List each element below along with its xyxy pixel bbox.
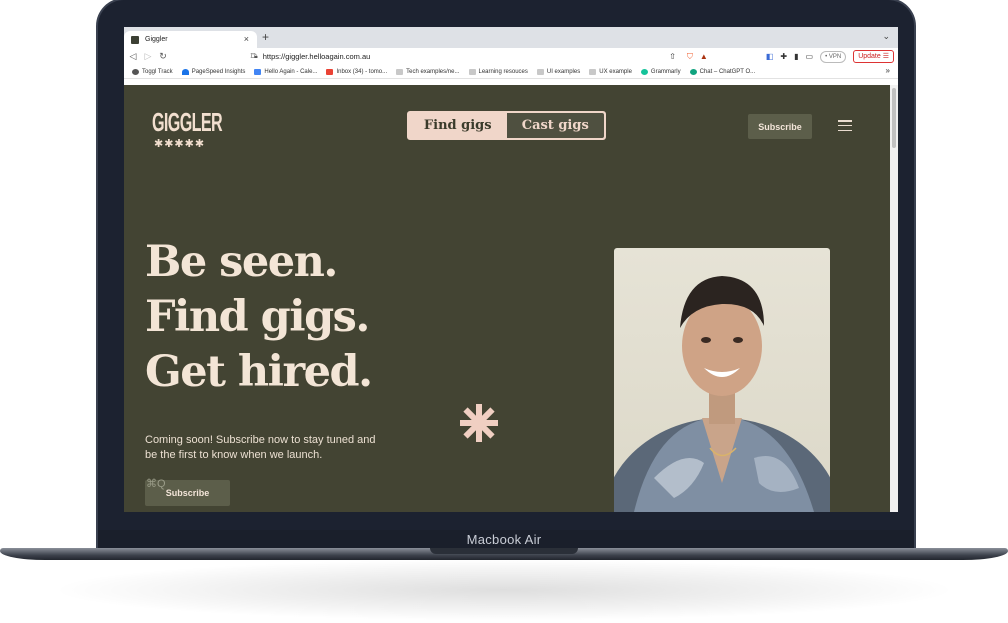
bookmark-folder[interactable]: UX example [589, 68, 632, 75]
brave-rewards-icon[interactable]: ▲ [700, 52, 708, 61]
device-label: Macbook Air [466, 532, 542, 547]
toolbar-right: ⇧ ⛉ ▲ ◧ ✚ ▮ ▭ • VPN Update ☰ [669, 50, 894, 63]
reload-icon[interactable]: ↻ [157, 51, 169, 62]
browser-toolbar: ◁ ▷ ↻ ⌑ 🔒︎ https://giggler.helloagain.co… [124, 48, 898, 65]
logo-stars: ✱✱✱✱✱ [154, 138, 206, 150]
browser-window: Giggler × + ⌄ ◁ ▷ ↻ ⌑ 🔒︎ https://giggler… [124, 27, 898, 512]
bookmark-folder[interactable]: Tech examples/ne... [396, 68, 460, 75]
update-button[interactable]: Update ☰ [853, 50, 894, 63]
hero-line: Be seen. [145, 237, 338, 287]
site-favicon-icon [131, 35, 139, 44]
address-bar[interactable]: 🔒︎ https://giggler.helloagain.com.au [254, 50, 654, 63]
page-scrollbar[interactable] [890, 85, 898, 512]
giggler-page: GIGGLER ✱✱✱✱✱ Find gigs Cast gigs Subscr… [124, 85, 890, 512]
bookmark-item[interactable]: Hello Again - Cale... [254, 68, 317, 75]
new-tab-button[interactable]: + [262, 30, 269, 44]
lock-icon: 🔒︎ [254, 52, 258, 60]
asterisk-icon [460, 404, 498, 442]
device-shadow [60, 560, 948, 620]
bookmark-item[interactable]: PageSpeed Insights [181, 68, 245, 75]
bookmarks-overflow-icon[interactable]: » [886, 66, 890, 75]
keyboard-shortcut-overlay: ⌘Q [146, 478, 166, 490]
portrait-illustration [614, 276, 830, 512]
close-tab-icon[interactable]: × [244, 34, 249, 44]
find-gigs-button[interactable]: Find gigs [409, 113, 507, 138]
tab-title: Giggler [145, 36, 168, 43]
hero-line: Get hired. [145, 347, 373, 397]
gig-mode-toggle: Find gigs Cast gigs [407, 111, 606, 140]
tab-search-chevron-icon[interactable]: ⌄ [882, 31, 890, 42]
subscribe-header-button[interactable]: Subscribe [748, 114, 812, 139]
sidebar-icon[interactable]: ▮ [794, 52, 798, 61]
tab-giggler[interactable]: Giggler × [124, 31, 257, 48]
url-text: https://giggler.helloagain.com.au [262, 52, 371, 61]
share-icon[interactable]: ⇧ [669, 52, 676, 61]
hero-portrait-photo [614, 248, 830, 512]
tab-bar: Giggler × + ⌄ [124, 27, 898, 48]
brave-shield-icon[interactable]: ⛉ [687, 52, 693, 62]
bookmark-item[interactable]: Toggl Track [132, 68, 173, 75]
hero-line: Find gigs. [145, 292, 370, 342]
vpn-button[interactable]: • VPN [820, 50, 847, 63]
hamburger-menu-icon[interactable] [838, 120, 852, 132]
cast-gigs-button[interactable]: Cast gigs [506, 113, 604, 138]
extensions-icon[interactable]: ✚ [780, 52, 787, 61]
extension-badge-icon[interactable]: ◧ [766, 52, 774, 61]
forward-icon[interactable]: ▷ [142, 51, 154, 62]
hero-subtext: Coming soon! Subscribe now to stay tuned… [145, 434, 376, 461]
bookmark-folder[interactable]: UI examples [536, 68, 580, 75]
bookmarks-bar: Toggl Track PageSpeed Insights Hello Aga… [124, 65, 898, 79]
bookmark-item[interactable]: Chat – ChatGPT O... [689, 68, 755, 75]
bookmark-folder[interactable]: Learning resouces [468, 68, 528, 75]
hero-headline: Be seen. Find gigs. Get hired. [145, 235, 373, 400]
back-icon[interactable]: ◁ [127, 51, 139, 62]
bookmark-item[interactable]: Inbox (34) - tomo... [326, 68, 387, 75]
giggler-logo[interactable]: GIGGLER [152, 105, 223, 139]
wallet-icon[interactable]: ▭ [806, 52, 814, 61]
scrollbar-thumb[interactable] [892, 88, 896, 148]
device-notch [430, 548, 578, 554]
bookmark-item[interactable]: Grammarly [640, 68, 681, 75]
